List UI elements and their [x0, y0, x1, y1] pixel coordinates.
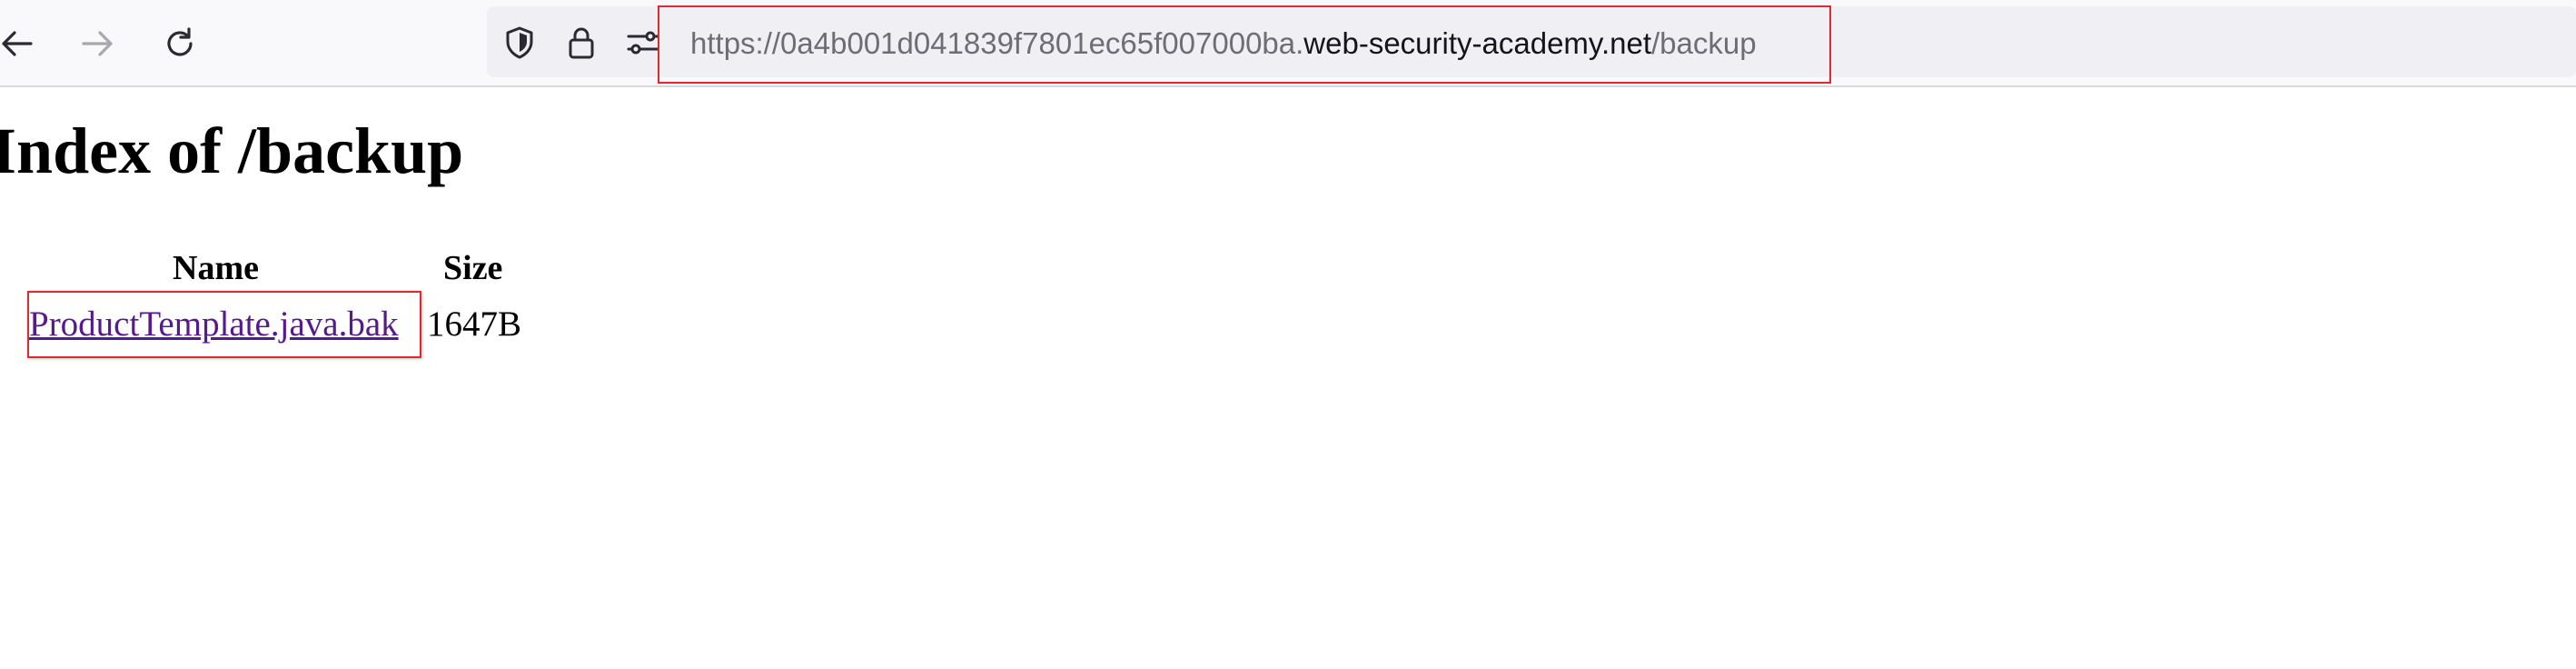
file-size: 1647B	[427, 305, 522, 344]
permissions-icon[interactable]	[625, 25, 661, 61]
browser-toolbar: https://0a4b001d041839f7801ec65f007000ba…	[0, 0, 2576, 87]
url-highlight-box	[658, 5, 1831, 84]
lock-icon[interactable]	[563, 25, 599, 61]
page-title: Index of /backup	[0, 115, 464, 187]
back-button[interactable]	[0, 18, 42, 69]
column-header-size: Size	[443, 249, 503, 287]
file-link[interactable]: ProductTemplate.java.bak	[29, 301, 399, 348]
shield-icon[interactable]	[501, 25, 538, 61]
forward-button[interactable]	[73, 18, 124, 69]
column-header-name: Name	[173, 249, 259, 287]
arrow-left-icon	[2, 31, 33, 56]
arrow-right-icon	[82, 31, 113, 56]
reload-button[interactable]	[154, 18, 205, 69]
reload-icon	[167, 27, 193, 56]
